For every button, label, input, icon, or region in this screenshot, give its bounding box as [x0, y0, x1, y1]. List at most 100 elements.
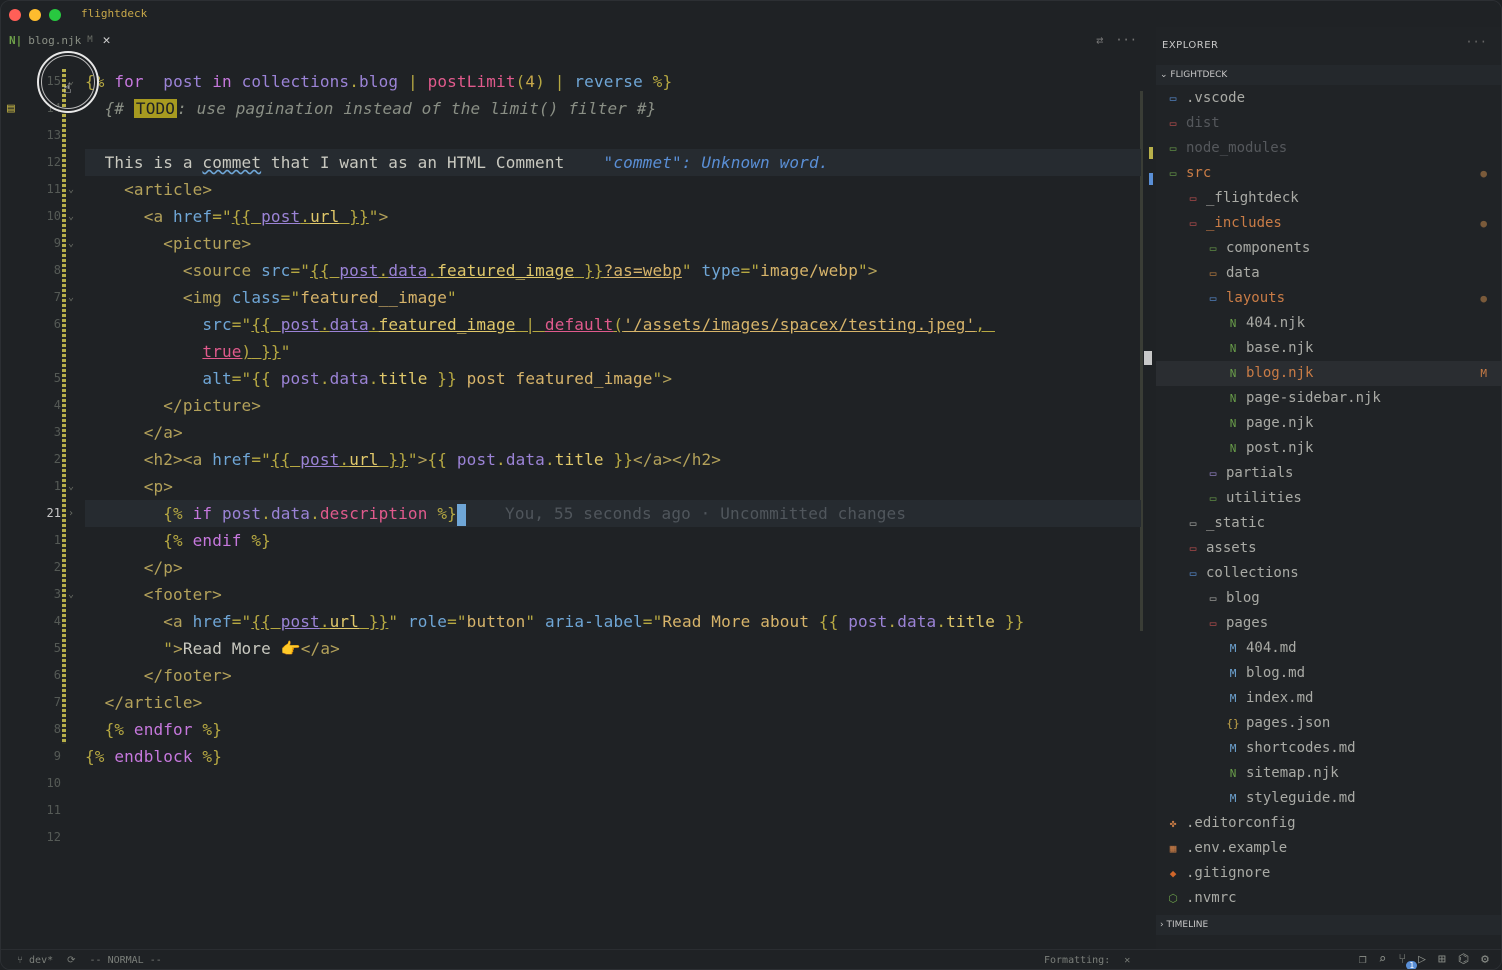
- branch-indicator[interactable]: ⑂ dev*: [17, 955, 53, 966]
- chevron-down-icon[interactable]: ⌄: [68, 184, 74, 195]
- code-line[interactable]: alt="{{ post.data.title }} post featured…: [85, 365, 1141, 392]
- tree-item[interactable]: Npost.njk: [1156, 436, 1501, 461]
- tree-item[interactable]: ▭ components: [1156, 236, 1501, 261]
- timeline-section-header[interactable]: › TIMELINE: [1156, 915, 1501, 935]
- code-line[interactable]: {# TODO: use pagination instead of the l…: [85, 95, 1141, 122]
- code-token: ): [535, 72, 545, 91]
- code-line[interactable]: {% endif %}: [85, 527, 1141, 554]
- folder-utilities-icon: ▭: [1209, 492, 1217, 505]
- code-line[interactable]: <a href="{{ post.url }}">: [85, 203, 1141, 230]
- close-window-button[interactable]: [9, 9, 21, 21]
- chevron-down-icon[interactable]: ⌄: [68, 238, 74, 249]
- run-debug-icon[interactable]: ▷: [1418, 952, 1426, 967]
- code-line[interactable]: [85, 824, 1141, 851]
- code-line[interactable]: src="{{ post.data.featured_image | defau…: [85, 311, 1141, 338]
- tree-item[interactable]: ▭ layouts ●: [1156, 286, 1501, 311]
- title-bar: flightdeck: [1, 1, 1501, 27]
- tree-item[interactable]: ▭ collections: [1156, 561, 1501, 586]
- chevron-down-icon[interactable]: ⌄: [68, 292, 74, 303]
- minimize-window-button[interactable]: [29, 9, 41, 21]
- code-line[interactable]: <img class="featured__image": [85, 284, 1141, 311]
- open-changes-icon[interactable]: ⇄: [1096, 33, 1103, 47]
- remote-icon[interactable]: ⌬: [1458, 952, 1469, 967]
- chevron-down-icon[interactable]: ⌄: [68, 211, 74, 222]
- tree-item[interactable]: ▭ blog: [1156, 586, 1501, 611]
- code-line[interactable]: [85, 122, 1141, 149]
- tab-blog-njk[interactable]: N| blog.njk M ✕: [9, 31, 110, 49]
- code-line[interactable]: {% endfor %}: [85, 716, 1141, 743]
- code-line[interactable]: <article>: [85, 176, 1141, 203]
- tree-item[interactable]: ⬡ .nvmrc: [1156, 886, 1501, 911]
- tree-item[interactable]: ▭ _static: [1156, 511, 1501, 536]
- tree-item[interactable]: ▦ .env.example: [1156, 836, 1501, 861]
- code-line[interactable]: [85, 770, 1141, 797]
- code-line[interactable]: {% if post.data.description %} You, 55 s…: [85, 500, 1141, 527]
- tree-item[interactable]: Mstyleguide.md: [1156, 786, 1501, 811]
- code-line[interactable]: </article>: [85, 689, 1141, 716]
- code-line[interactable]: {% endblock %}: [85, 743, 1141, 770]
- tree-item[interactable]: ◆ .gitignore: [1156, 861, 1501, 886]
- tree-item[interactable]: Mshortcodes.md: [1156, 736, 1501, 761]
- formatting-status[interactable]: Formatting: ✕: [1044, 955, 1130, 966]
- tree-item[interactable]: Nblog.njk M: [1156, 361, 1501, 386]
- search-icon[interactable]: ⌕: [1379, 952, 1387, 967]
- extensions-icon[interactable]: ⊞: [1438, 952, 1446, 967]
- code-editor[interactable]: 15 ⌄ {% for post in collections.blog | pos…: [1, 51, 1153, 949]
- code-line[interactable]: ">Read More 👉</a>: [85, 635, 1141, 662]
- tree-item[interactable]: Nbase.njk: [1156, 336, 1501, 361]
- explorer-icon[interactable]: ❐: [1359, 952, 1367, 967]
- chevron-down-icon[interactable]: ⌄: [68, 589, 74, 600]
- tree-item[interactable]: ▭ src ●: [1156, 161, 1501, 186]
- tree-item[interactable]: Npage.njk: [1156, 411, 1501, 436]
- tree-item[interactable]: ▭ data: [1156, 261, 1501, 286]
- code-line[interactable]: {% for post in collections.blog | postLi…: [85, 68, 1141, 95]
- code-line[interactable]: true) }}": [85, 338, 1141, 365]
- tree-item[interactable]: ▭ dist: [1156, 111, 1501, 136]
- workspace-section-header[interactable]: ⌄ FLIGHTDECK: [1156, 65, 1501, 85]
- tree-item[interactable]: Npage-sidebar.njk: [1156, 386, 1501, 411]
- tab-close-icon[interactable]: ✕: [103, 33, 111, 48]
- settings-icon[interactable]: ⚙: [1481, 952, 1489, 967]
- code-line[interactable]: [85, 797, 1141, 824]
- tree-item[interactable]: ▭ assets: [1156, 536, 1501, 561]
- code-line[interactable]: <footer>: [85, 581, 1141, 608]
- tree-item[interactable]: N 404.njk: [1156, 311, 1501, 336]
- tree-item[interactable]: Mindex.md: [1156, 686, 1501, 711]
- code-line[interactable]: </footer>: [85, 662, 1141, 689]
- code-line[interactable]: <p>: [85, 473, 1141, 500]
- code-line[interactable]: <source src="{{ post.data.featured_image…: [85, 257, 1141, 284]
- code-line[interactable]: <picture>: [85, 230, 1141, 257]
- tree-item[interactable]: Nsitemap.njk: [1156, 761, 1501, 786]
- tree-item[interactable]: {} pages.json: [1156, 711, 1501, 736]
- code-line[interactable]: </a>: [85, 419, 1141, 446]
- code-token: |: [515, 315, 545, 334]
- code-token: <article>: [85, 180, 213, 199]
- code-line[interactable]: <h2><a href="{{ post.url }}">{{ post.dat…: [85, 446, 1141, 473]
- chevron-right-icon[interactable]: ›: [68, 508, 74, 519]
- more-actions-icon[interactable]: ···: [1115, 33, 1137, 47]
- tree-item[interactable]: M 404.md: [1156, 636, 1501, 661]
- tree-item[interactable]: ✤ .editorconfig: [1156, 811, 1501, 836]
- tree-item[interactable]: ▭ _includes ●: [1156, 211, 1501, 236]
- sync-icon[interactable]: ⟳: [67, 955, 75, 966]
- tree-item[interactable]: ▭ utilities: [1156, 486, 1501, 511]
- tree-item[interactable]: ▭ _flightdeck: [1156, 186, 1501, 211]
- tree-item[interactable]: ▭ node_modules: [1156, 136, 1501, 161]
- tree-item[interactable]: ▭ partials: [1156, 461, 1501, 486]
- maximize-window-button[interactable]: [49, 9, 61, 21]
- bookmark-icon[interactable]: ▤: [7, 101, 15, 116]
- chevron-down-icon[interactable]: ⌄: [68, 481, 74, 492]
- explorer-more-icon[interactable]: ···: [1465, 35, 1487, 49]
- code-line[interactable]: This is a commet that I want as an HTML …: [85, 149, 1141, 176]
- line-number: 6: [53, 317, 61, 331]
- tree-item[interactable]: ▭ pages: [1156, 611, 1501, 636]
- source-control-icon[interactable]: ⑂ 1: [1398, 952, 1418, 969]
- code-line[interactable]: </picture>: [85, 392, 1141, 419]
- tree-item[interactable]: ▭ .vscode: [1156, 86, 1501, 111]
- tree-item[interactable]: Mblog.md: [1156, 661, 1501, 686]
- code-line[interactable]: <a href="{{ post.url }}" role="button" a…: [85, 608, 1141, 635]
- code-token: post: [222, 504, 262, 523]
- code-line[interactable]: </p>: [85, 554, 1141, 581]
- nunjucks-icon: N: [1229, 767, 1237, 780]
